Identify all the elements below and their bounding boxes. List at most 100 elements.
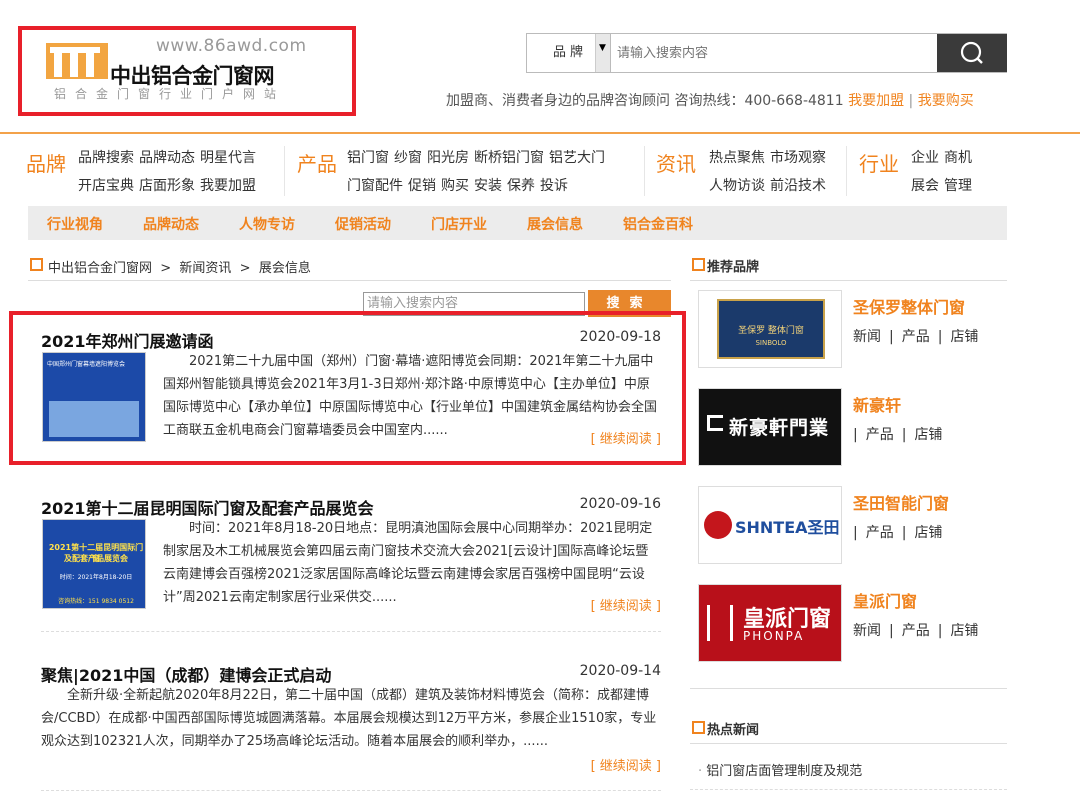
brand-name[interactable]: 新豪轩 bbox=[853, 392, 901, 416]
nav-link[interactable]: 企业 bbox=[911, 150, 939, 166]
brand-product-link[interactable]: 产品 bbox=[866, 427, 894, 443]
hot-news-item[interactable]: · 铝门窗店面管理制度及规范 bbox=[698, 760, 862, 779]
article-date: 2020-09-14 bbox=[579, 663, 661, 679]
brand-logo-art: 圣保罗 整体门窗 SINBOLO bbox=[717, 299, 825, 359]
brand-links: 新闻 | 产品 | 店铺 bbox=[853, 620, 986, 640]
hotline-bar: 加盟商、消费者身边的品牌咨询顾问 咨询热线：400-668-4811 我要加盟 … bbox=[446, 90, 974, 110]
brand-name[interactable]: 圣田智能门窗 bbox=[853, 490, 949, 514]
buy-link[interactable]: 我要购买 bbox=[918, 93, 974, 109]
nav-link[interactable]: 门窗配件 bbox=[347, 178, 403, 194]
article-thumbnail[interactable]: 2021第十二届昆明国际门窗 及配套产品展览会 时间：2021年8月18-20日… bbox=[42, 519, 146, 609]
article-title[interactable]: 聚焦|2021中国（成都）建博会正式启动 bbox=[41, 662, 331, 686]
article-title[interactable]: 2021年郑州门展邀请函 bbox=[41, 328, 214, 352]
article-thumbnail[interactable]: 中国郑州门窗幕墙遮阳博览会 bbox=[42, 352, 146, 442]
brand-shop-link[interactable]: 店铺 bbox=[950, 623, 978, 639]
brand-logo[interactable]: 圣保罗 整体门窗 SINBOLO bbox=[698, 290, 842, 368]
article-title[interactable]: 2021第十二届昆明国际门窗及配套产品展览会 bbox=[41, 495, 374, 519]
search-button[interactable] bbox=[937, 34, 1007, 72]
nav-link[interactable]: 购买 bbox=[441, 178, 469, 194]
subnav-item[interactable]: 展会信息 bbox=[527, 214, 583, 234]
subnav-item[interactable]: 门店开业 bbox=[431, 214, 487, 234]
brand-product-link[interactable]: 产品 bbox=[902, 329, 930, 345]
nav-cat-news[interactable]: 资讯 bbox=[656, 148, 696, 177]
read-more-link[interactable]: [ 继续阅读 ] bbox=[591, 428, 661, 447]
read-more-link[interactable]: [ 继续阅读 ] bbox=[591, 755, 661, 774]
brand-product-link[interactable]: 产品 bbox=[866, 525, 894, 541]
nav-link[interactable]: 品牌动态 bbox=[139, 150, 195, 166]
brand-news-link[interactable]: 新闻 bbox=[853, 329, 881, 345]
search-input[interactable] bbox=[617, 34, 937, 72]
nav-cat-brand[interactable]: 品牌 bbox=[26, 148, 66, 177]
brand-shop-link[interactable]: 店铺 bbox=[950, 329, 978, 345]
article-divider bbox=[41, 631, 661, 632]
nav-link[interactable]: 明星代言 bbox=[200, 150, 256, 166]
thumb-caption: 时间：2021年8月18-20日 bbox=[59, 574, 133, 581]
subnav-item[interactable]: 行业视角 bbox=[47, 214, 103, 234]
nav-link[interactable]: 店面形象 bbox=[139, 178, 195, 194]
breadcrumb[interactable]: 中出铝合金门窗网 > 新闻资讯 > 展会信息 bbox=[48, 257, 311, 276]
section-title: 推荐品牌 bbox=[707, 260, 760, 275]
brand-logo-mark bbox=[707, 605, 733, 641]
hot-news-header: 热点新闻 bbox=[690, 719, 1007, 744]
nav-link[interactable]: 热点聚焦 bbox=[709, 150, 765, 166]
nav-link[interactable]: 铝艺大门 bbox=[549, 150, 605, 166]
brand-logo[interactable]: 新豪軒門業 bbox=[698, 388, 842, 466]
nav-link[interactable]: 纱窗 bbox=[394, 150, 422, 166]
nav-link[interactable]: 我要加盟 bbox=[200, 178, 256, 194]
logo-slogan: 铝合金门窗行业门户网站 bbox=[54, 87, 286, 101]
nav-cat-product[interactable]: 产品 bbox=[297, 148, 337, 177]
brand-logo-mark bbox=[704, 511, 732, 539]
brand-links: | 产品 | 店铺 bbox=[853, 522, 950, 542]
nav-divider bbox=[644, 146, 645, 196]
link-separator: | bbox=[853, 427, 858, 443]
nav-link[interactable]: 保养 bbox=[507, 178, 535, 194]
brand-name[interactable]: 圣保罗整体门窗 bbox=[853, 294, 965, 318]
nav-link[interactable]: 开店宝典 bbox=[78, 178, 134, 194]
nav-link[interactable]: 商机 bbox=[944, 150, 972, 166]
nav-link[interactable]: 安装 bbox=[474, 178, 502, 194]
thumb-caption: 咨询热线：151 9834 0512 bbox=[58, 598, 134, 605]
bullet-icon: · bbox=[698, 764, 703, 779]
nav-link[interactable]: 市场观察 bbox=[770, 150, 826, 166]
subnav-item[interactable]: 促销活动 bbox=[335, 214, 391, 234]
article-date: 2020-09-18 bbox=[579, 329, 661, 345]
link-separator: | bbox=[889, 623, 894, 639]
search-icon bbox=[960, 41, 983, 64]
thumb-photo bbox=[49, 401, 139, 437]
nav-link[interactable]: 人物访谈 bbox=[709, 178, 765, 194]
subnav-item[interactable]: 人物专访 bbox=[239, 214, 295, 234]
read-more-link[interactable]: [ 继续阅读 ] bbox=[591, 595, 661, 614]
brand-news-link[interactable]: 新闻 bbox=[853, 623, 881, 639]
join-link[interactable]: 我要加盟 bbox=[848, 93, 904, 109]
nav-cat-industry[interactable]: 行业 bbox=[859, 148, 899, 177]
nav-link[interactable]: 阳光房 bbox=[427, 150, 469, 166]
nav-link[interactable]: 品牌搜索 bbox=[78, 150, 134, 166]
brand-name[interactable]: 皇派门窗 bbox=[853, 588, 917, 612]
subnav-item[interactable]: 铝合金百科 bbox=[623, 214, 693, 234]
nav-link[interactable]: 管理 bbox=[944, 178, 972, 194]
nav-link[interactable]: 促销 bbox=[408, 178, 436, 194]
brand-logo[interactable]: SHNTEA圣田 bbox=[698, 486, 842, 564]
brand-shop-link[interactable]: 店铺 bbox=[914, 525, 942, 541]
chevron-down-icon[interactable]: ▼ bbox=[595, 34, 610, 72]
nav-link[interactable]: 前沿技术 bbox=[770, 178, 826, 194]
article-item: 2021年郑州门展邀请函 2020-09-18 中国郑州门窗幕墙遮阳博览会 20… bbox=[41, 328, 661, 458]
site-logo[interactable]: www.86awd.com 中出铝合金门窗网 铝合金门窗行业门户网站 bbox=[18, 26, 356, 116]
subnav-item[interactable]: 品牌动态 bbox=[143, 214, 199, 234]
hot-news-title[interactable]: 铝门窗店面管理制度及规范 bbox=[706, 764, 862, 779]
brand-links: 新闻 | 产品 | 店铺 bbox=[853, 326, 986, 346]
brand-logo-text: SHNTEA圣田 bbox=[735, 518, 840, 537]
brand-product-link[interactable]: 产品 bbox=[902, 623, 930, 639]
brand-logo-text: PHONPA bbox=[743, 629, 805, 643]
nav-link[interactable]: 投诉 bbox=[540, 178, 568, 194]
brand-shop-link[interactable]: 店铺 bbox=[914, 427, 942, 443]
nav-link[interactable]: 断桥铝门窗 bbox=[474, 150, 544, 166]
hotline-text: 加盟商、消费者身边的品牌咨询顾问 咨询热线：400-668-4811 bbox=[446, 93, 844, 109]
link-separator: | bbox=[937, 329, 943, 345]
nav-link[interactable]: 铝门窗 bbox=[347, 150, 389, 166]
section-icon bbox=[692, 721, 705, 734]
brand-logo[interactable]: 皇派门窗 PHONPA bbox=[698, 584, 842, 662]
brand-card: 皇派门窗 PHONPA 皇派门窗 新闻 | 产品 | 店铺 bbox=[698, 584, 1007, 664]
nav-link[interactable]: 展会 bbox=[911, 178, 939, 194]
article-summary: 全新升级·全新起航2020年8月22日，第二十届中国（成都）建筑及装饰材料博览会… bbox=[41, 688, 657, 749]
